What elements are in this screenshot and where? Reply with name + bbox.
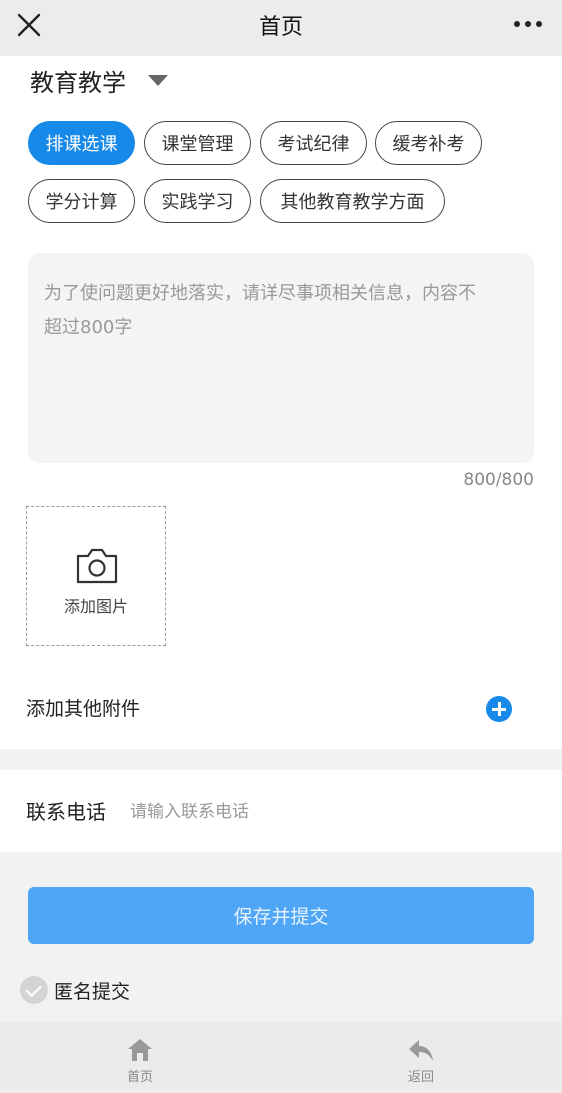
description-placeholder-line2: 超过800字 bbox=[44, 317, 133, 338]
checkbox-icon[interactable] bbox=[20, 976, 48, 1004]
chip-huankao-bukao[interactable]: 缓考补考 bbox=[375, 121, 482, 165]
chip-other-education[interactable]: 其他教育教学方面 bbox=[260, 179, 445, 223]
page-title: 首页 bbox=[258, 15, 303, 40]
anonymous-label: 匿名提交 bbox=[54, 980, 131, 1003]
save-submit-button[interactable]: 保存并提交 bbox=[28, 887, 534, 944]
issue-form-card: 教育教学 排课选课 课堂管理 考试纪律 缓考补考 学分计算 实践学习 其他教育教… bbox=[0, 56, 562, 749]
phone-label: 联系电话 bbox=[26, 800, 106, 824]
description-placeholder-line1: 为了使问题更好地落实，请详尽事项相关信息，内容不 bbox=[44, 283, 476, 304]
nav-back-label: 返回 bbox=[407, 1070, 434, 1085]
nav-back[interactable]: 返回 bbox=[381, 1036, 461, 1085]
back-icon bbox=[409, 1040, 433, 1061]
top-navigation-bar: 首页 bbox=[0, 0, 562, 56]
plus-circle-icon[interactable] bbox=[486, 696, 512, 722]
add-attachment-label: 添加其他附件 bbox=[26, 698, 141, 720]
bottom-navigation: 首页 返回 bbox=[0, 1022, 562, 1093]
chip-ketang-guanli[interactable]: 课堂管理 bbox=[144, 121, 251, 165]
phone-input[interactable] bbox=[130, 798, 510, 826]
chip-paike-xuanke[interactable]: 排课选课 bbox=[28, 121, 135, 165]
chip-kaoshi-jilv[interactable]: 考试纪律 bbox=[260, 121, 367, 165]
chip-xuefen-jisuan[interactable]: 学分计算 bbox=[28, 179, 135, 223]
nav-home-label: 首页 bbox=[126, 1070, 153, 1085]
category-title: 教育教学 bbox=[30, 68, 126, 97]
more-icon[interactable] bbox=[512, 10, 544, 38]
description-textarea[interactable]: 为了使问题更好地落实，请详尽事项相关信息，内容不 超过800字 bbox=[28, 253, 534, 463]
character-counter: 800/800 bbox=[463, 470, 534, 490]
anonymous-toggle[interactable]: 匿名提交 bbox=[20, 976, 130, 1004]
add-image-button[interactable]: 添加图片 bbox=[26, 506, 166, 646]
caret-down-icon bbox=[148, 74, 168, 86]
category-selector[interactable]: 教育教学 bbox=[30, 60, 168, 100]
camera-icon bbox=[76, 548, 118, 584]
home-icon bbox=[128, 1039, 152, 1061]
contact-card: 联系电话 bbox=[0, 770, 562, 852]
nav-home[interactable]: 首页 bbox=[100, 1036, 180, 1085]
chip-shijian-xuexi[interactable]: 实践学习 bbox=[144, 179, 251, 223]
add-image-label: 添加图片 bbox=[63, 597, 128, 616]
